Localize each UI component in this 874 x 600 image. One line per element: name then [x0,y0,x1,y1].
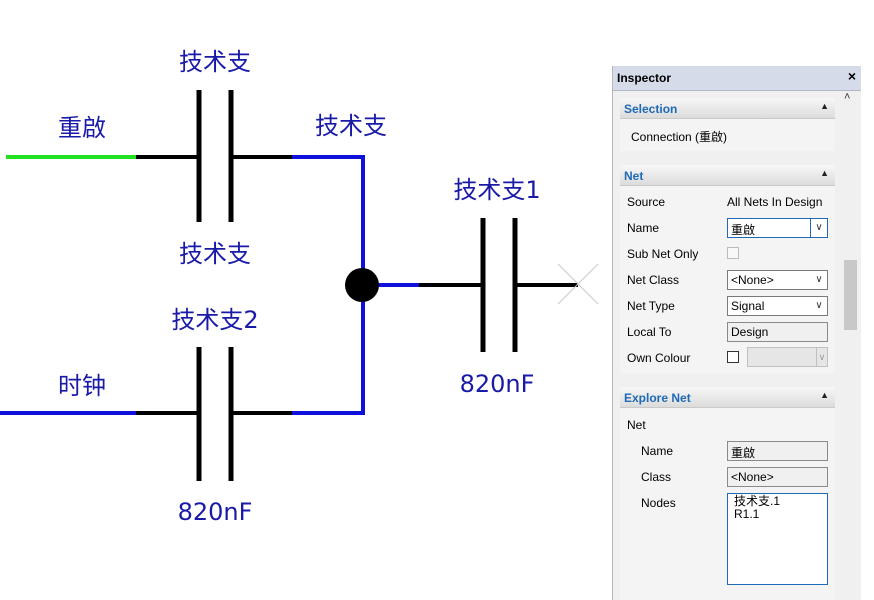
list-item[interactable]: R1.1 [734,508,821,521]
own-colour-checkbox[interactable] [727,351,739,363]
inspector-scroll-area: Selection ▲ Connection (重啟) Net ▲ Source… [613,91,861,600]
net-class-value: <None> [731,273,774,287]
net-class-select[interactable]: <None> ∨ [727,270,828,290]
selection-section-header[interactable]: Selection ▲ [620,98,835,119]
net-header-label: Net [624,169,644,183]
right-capacitor-ref-label: 技术支1 [453,176,540,204]
net-label-reset: 重啟 [58,114,106,142]
sub-net-only-label: Sub Net Only [627,247,699,261]
explore-net-section-header[interactable]: Explore Net ▲ [620,387,835,408]
explore-net-section: Explore Net ▲ Net Name 重啟 Class <None> N… [620,387,835,600]
net-label-clock: 时钟 [58,372,106,400]
chevron-down-icon[interactable]: ∨ [811,297,827,315]
net-name-combobox[interactable]: 重啟 ∨ [727,218,828,238]
scroll-up-icon[interactable]: ˄ [844,91,850,103]
inspector-title-bar[interactable]: Inspector × [613,66,861,91]
explore-class-value: <None> [731,470,774,484]
net-label-top-right: 技术支 [315,112,387,140]
mid-capacitor-value-label: 820nF [178,498,253,526]
nodes-label: Nodes [641,496,676,510]
selection-value: Connection (重啟) [631,130,728,144]
own-colour-label: Own Colour [627,351,691,365]
explore-name-field: 重啟 [727,441,828,461]
source-value: All Nets In Design [727,195,823,209]
chevron-down-icon[interactable]: ∨ [811,271,827,289]
net-type-select[interactable]: Signal ∨ [727,296,828,316]
chevron-down-icon[interactable]: ∨ [810,219,827,237]
net-section: Net ▲ Source All Nets In Design Name 重啟 … [620,165,835,373]
net-type-value: Signal [731,299,765,313]
name-label: Name [627,221,660,235]
explore-class-label: Class [641,470,672,484]
net-section-header[interactable]: Net ▲ [620,165,835,186]
junction-dot[interactable] [345,268,379,302]
explore-net-header-label: Explore Net [624,391,691,405]
source-label: Source [627,195,666,209]
explore-class-field: <None> [727,467,828,487]
explore-net-label: Net [627,418,646,432]
chevron-down-icon[interactable]: ∨ [816,348,827,366]
explore-name-label: Name [641,444,674,458]
inspector-panel: Inspector × Selection ▲ Connection (重啟) … [612,66,861,600]
nodes-list[interactable]: 技术支.1 R1.1 [727,493,828,585]
collapse-arrow-icon[interactable]: ▲ [820,101,829,111]
inspector-title: Inspector [617,71,672,85]
top-capacitor-value-label: 技术支 [179,240,251,268]
right-capacitor-value-label: 820nF [460,370,535,398]
collapse-arrow-icon[interactable]: ▲ [820,390,829,400]
local-to-value: Design [731,325,769,339]
local-to-field: Design [727,322,828,342]
explore-name-value: 重啟 [731,446,756,460]
scrollbar-thumb[interactable] [844,260,857,330]
vertical-scrollbar[interactable]: ˄ [841,91,860,600]
close-icon[interactable]: × [848,68,856,84]
net-class-label: Net Class [627,273,680,287]
own-colour-picker[interactable]: ∨ [747,347,828,367]
collapse-arrow-icon[interactable]: ▲ [820,168,829,178]
sub-net-only-checkbox[interactable] [727,247,739,259]
selection-section: Selection ▲ Connection (重啟) [620,98,835,151]
mid-capacitor-ref-label: 技术支2 [171,306,258,334]
selection-header-label: Selection [624,102,678,116]
net-name-value: 重啟 [731,223,756,237]
net-type-label: Net Type [627,299,675,313]
schematic-canvas[interactable]: 技术支 重啟 技术支 技术支 技术支1 技术支2 时钟 820nF 820nF [0,0,612,600]
top-capacitor-ref-label: 技术支 [179,48,251,76]
local-to-label: Local To [627,325,672,339]
